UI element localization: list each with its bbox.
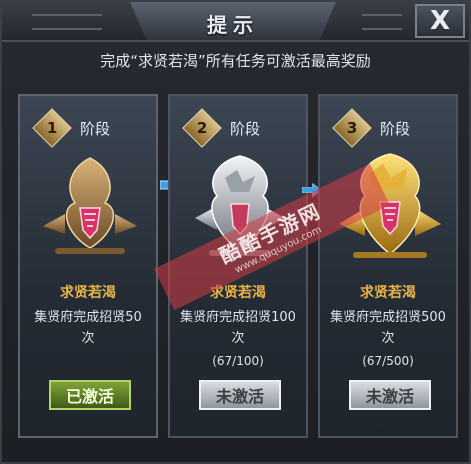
task-description: 集贤府完成招贤100次	[180, 310, 296, 346]
stage-label: 阶段	[380, 119, 411, 138]
task-reward-dialog: 提示 X 完成“求贤若渴”所有任务可激活最高奖励 1 阶段 求贤若渴 集贤府完成…	[0, 0, 471, 464]
stage-number-badge: 3	[332, 108, 372, 148]
stage-number-badge: 2	[182, 108, 222, 148]
stage-label: 阶段	[80, 119, 111, 138]
stage-label: 阶段	[230, 119, 261, 138]
title-ornament-right	[362, 14, 402, 30]
stage-header: 2 阶段	[182, 108, 261, 148]
stage-card-1: 1 阶段 求贤若渴 集贤府完成招贤50次 已激活	[18, 94, 158, 438]
status-inactive-button[interactable]: 未激活	[349, 380, 431, 410]
status-activated-button[interactable]: 已激活	[49, 380, 131, 410]
title-ornament-left	[32, 14, 102, 30]
dialog-title: 提示	[207, 13, 259, 37]
status-inactive-button[interactable]: 未激活	[199, 380, 281, 410]
reward-name: 求贤若渴	[360, 285, 416, 301]
close-button[interactable]: X	[415, 4, 465, 38]
reward-name: 求贤若渴	[60, 285, 116, 301]
title-plate: 提示	[130, 2, 336, 40]
task-progress: (67/100)	[212, 354, 264, 368]
stage-number-badge: 1	[32, 108, 72, 148]
stage-card-3: 3 阶段 求贤若渴 集贤府完成招贤500次 (67/500) 未激活	[318, 94, 458, 438]
stage-header: 1 阶段	[32, 108, 111, 148]
task-progress: (67/500)	[362, 354, 414, 368]
dialog-subtitle: 完成“求贤若渴”所有任务可激活最高奖励	[100, 52, 371, 70]
task-description: 集贤府完成招贤50次	[34, 310, 142, 346]
title-bar: 提示 X	[2, 2, 469, 42]
stage-header: 3 阶段	[332, 108, 411, 148]
close-icon: X	[429, 6, 451, 36]
bronze-dragon-emblem-icon	[43, 157, 137, 254]
task-description: 集贤府完成招贤500次	[330, 310, 446, 346]
